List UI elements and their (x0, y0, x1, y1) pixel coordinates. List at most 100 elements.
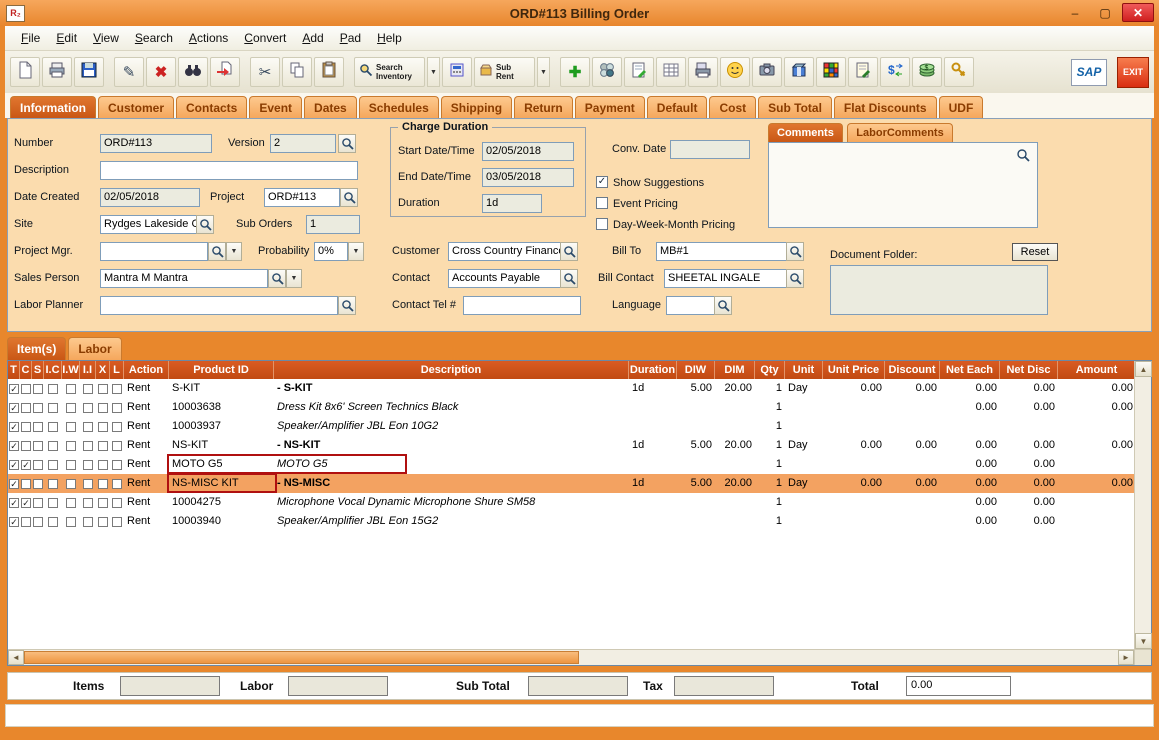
project-mgr-dropdown[interactable]: ▼ (226, 242, 242, 261)
qty-cell[interactable]: 1 (755, 474, 785, 493)
save-button[interactable] (74, 57, 104, 87)
customer-smiley-button[interactable] (720, 57, 750, 87)
discount-cell[interactable] (885, 398, 940, 417)
row-checkbox[interactable] (98, 479, 108, 489)
table-row[interactable]: ✓Rent10003940Speaker/Amplifier JBL Eon 1… (8, 512, 1134, 531)
new-document-button[interactable] (10, 57, 40, 87)
unlock-key-button[interactable] (944, 57, 974, 87)
product-id-cell[interactable]: S-KIT (169, 379, 274, 398)
sub-rent-button[interactable]: Sub Rent (474, 57, 535, 87)
row-checkbox[interactable]: ✓ (21, 498, 31, 508)
labor-planner-search-button[interactable] (338, 296, 356, 315)
reset-button[interactable]: Reset (1012, 243, 1058, 261)
net-disc-cell[interactable]: 0.00 (1000, 512, 1058, 531)
menu-edit[interactable]: Edit (48, 28, 85, 48)
row-checkbox[interactable] (33, 384, 43, 394)
action-cell[interactable]: Rent (124, 398, 169, 417)
diw-cell[interactable] (677, 455, 715, 474)
tab-comments[interactable]: Comments (768, 123, 843, 142)
duration-cell[interactable] (629, 512, 677, 531)
search-inventory-button[interactable]: Search Inventory (354, 57, 425, 87)
version-field[interactable]: 2 (270, 134, 336, 153)
unit-cell[interactable] (785, 512, 823, 531)
sales-person-search-button[interactable] (268, 269, 286, 288)
tab-sub-total[interactable]: Sub Total (758, 96, 832, 118)
horizontal-scrollbar[interactable]: ◄ ► (8, 649, 1134, 665)
find-button[interactable] (178, 57, 208, 87)
net-disc-cell[interactable] (1000, 417, 1058, 436)
sub-rent-dropdown[interactable]: ▼ (537, 57, 550, 87)
paste-button[interactable] (314, 57, 344, 87)
row-checkbox[interactable] (66, 384, 76, 394)
customer-search-button[interactable] (560, 242, 578, 261)
net-each-cell[interactable]: 0.00 (940, 436, 1000, 455)
description-cell[interactable]: - S-KIT (274, 379, 629, 398)
net-each-cell[interactable]: 0.00 (940, 474, 1000, 493)
product-id-cell[interactable]: NS-KIT (169, 436, 274, 455)
column-header-i-i[interactable]: I.I (80, 361, 96, 379)
print-button[interactable] (42, 57, 72, 87)
qty-cell[interactable]: 1 (755, 512, 785, 531)
row-checkbox[interactable] (112, 384, 122, 394)
start-date-field[interactable]: 02/05/2018 (482, 142, 574, 161)
labor-planner-field[interactable] (100, 296, 338, 315)
row-checkbox[interactable] (83, 422, 93, 432)
column-header-amount[interactable]: Amount (1058, 361, 1136, 379)
row-checkbox[interactable] (48, 403, 58, 413)
column-header-product-id[interactable]: Product ID (169, 361, 274, 379)
row-checkbox[interactable] (48, 422, 58, 432)
row-checkbox[interactable] (33, 403, 43, 413)
row-checkbox[interactable] (66, 498, 76, 508)
menu-search[interactable]: Search (127, 28, 181, 48)
copy-button[interactable] (282, 57, 312, 87)
product-id-cell[interactable]: 10003638 (169, 398, 274, 417)
diw-cell[interactable] (677, 493, 715, 512)
sap-button[interactable]: SAP (1071, 59, 1107, 86)
action-cell[interactable]: Rent (124, 436, 169, 455)
bill-contact-field[interactable]: SHEETAL INGALE (664, 269, 804, 288)
row-checkbox[interactable] (66, 479, 76, 489)
groups-button[interactable] (592, 57, 622, 87)
table-row[interactable]: ✓✓RentMOTO G5MOTO G510.000.00 (8, 455, 1134, 474)
row-checkbox[interactable] (98, 498, 108, 508)
description-cell[interactable]: Speaker/Amplifier JBL Eon 15G2 (274, 512, 629, 531)
column-header-net-disc[interactable]: Net Disc (1000, 361, 1058, 379)
table-row[interactable]: ✓✓Rent10004275Microphone Vocal Dynamic M… (8, 493, 1134, 512)
row-checkbox[interactable] (33, 441, 43, 451)
discount-cell[interactable]: 0.00 (885, 474, 940, 493)
package-button[interactable] (784, 57, 814, 87)
tab-cost[interactable]: Cost (709, 96, 756, 118)
tab-labor[interactable]: Labor (68, 337, 121, 360)
add-item-button[interactable]: ✚ (560, 57, 590, 87)
row-checkbox[interactable] (83, 384, 93, 394)
scroll-left-arrow[interactable]: ◄ (8, 650, 24, 665)
column-header-t[interactable]: T (8, 361, 20, 379)
duration-cell[interactable] (629, 455, 677, 474)
currency-transfer-button[interactable]: $ (880, 57, 910, 87)
language-search-button[interactable] (714, 296, 732, 315)
table-row[interactable]: ✓RentS-KIT- S-KIT1d5.0020.001Day0.000.00… (8, 379, 1134, 398)
bill-to-field[interactable]: MB#1 (656, 242, 804, 261)
maximize-button[interactable]: ▢ (1092, 3, 1118, 22)
table-row[interactable]: ✓Rent10003638Dress Kit 8x6' Screen Techn… (8, 398, 1134, 417)
unit-price-cell[interactable] (823, 455, 885, 474)
unit-cell[interactable]: Day (785, 474, 823, 493)
row-checkbox[interactable] (83, 517, 93, 527)
description-cell[interactable]: Dress Kit 8x6' Screen Technics Black (274, 398, 629, 417)
row-checkbox[interactable] (112, 403, 122, 413)
end-date-field[interactable]: 03/05/2018 (482, 168, 574, 187)
action-cell[interactable]: Rent (124, 474, 169, 493)
menu-actions[interactable]: Actions (181, 28, 236, 48)
action-cell[interactable]: Rent (124, 379, 169, 398)
qty-cell[interactable]: 1 (755, 455, 785, 474)
row-checkbox[interactable] (66, 422, 76, 432)
row-checkbox[interactable] (112, 498, 122, 508)
diw-cell[interactable] (677, 417, 715, 436)
description-cell[interactable]: Microphone Vocal Dynamic Microphone Shur… (274, 493, 629, 512)
row-checkbox[interactable] (33, 479, 43, 489)
row-checkbox[interactable] (66, 441, 76, 451)
unit-price-cell[interactable] (823, 398, 885, 417)
qty-cell[interactable]: 1 (755, 398, 785, 417)
row-checkbox[interactable] (98, 460, 108, 470)
cut-button[interactable]: ✂ (250, 57, 280, 87)
